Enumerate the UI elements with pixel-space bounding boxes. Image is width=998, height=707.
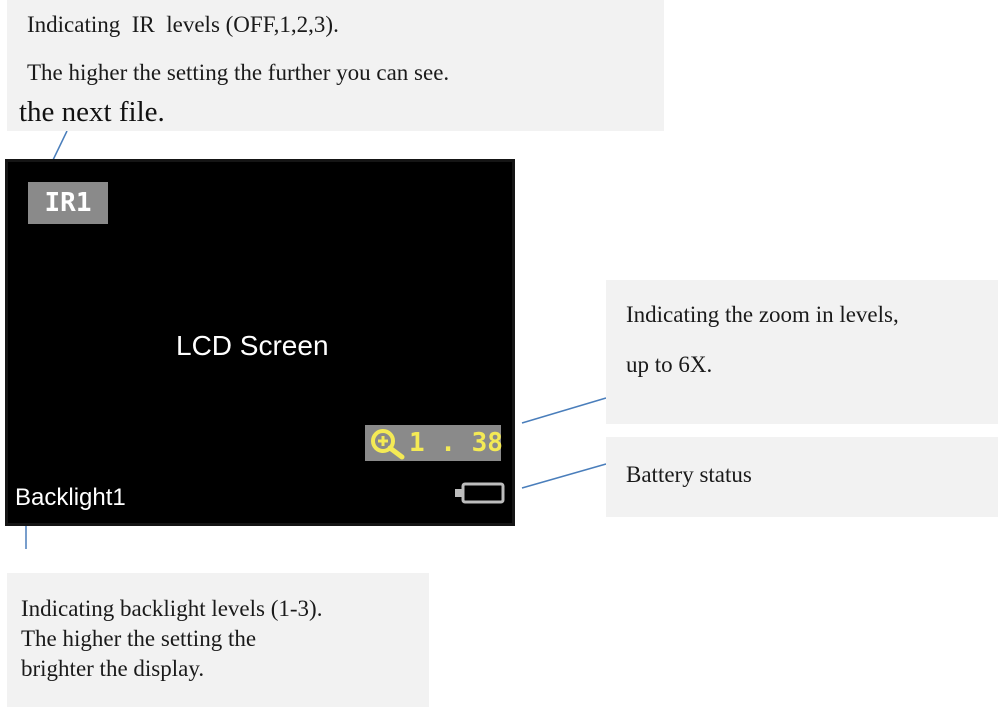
zoom-levels-callout: Indicating the zoom in levels, up to 6X. [606,280,998,424]
zoom-callout-line-1: Indicating the zoom in levels, [626,302,899,327]
battery-callout-line-1: Battery status [626,462,752,487]
backlight-level-indicator: Backlight1 [15,484,126,511]
ir-levels-callout: Indicating IR levels (OFF,1,2,3). The hi… [7,0,664,131]
ir-level-indicator: IR1 [28,182,108,224]
ir-callout-line-2: The higher the setting the further you c… [27,60,450,85]
lcd-screen-label: LCD Screen [176,330,329,361]
backlight-levels-callout: Indicating backlight levels (1-3). The h… [7,573,429,707]
battery-leader-line [521,463,607,489]
ir-callout-line-1: Indicating IR levels (OFF,1,2,3). [27,12,339,37]
ir-callout-line-3: the next file. [19,96,165,128]
battery-status-callout: Battery status [606,437,998,517]
ir-leader-line [52,130,68,161]
zoom-level-value: 1 . 38 [409,428,503,458]
zoom-callout-line-2: up to 6X. [626,352,713,377]
battery-icon [455,482,505,504]
backlight-callout-line-1: Indicating backlight levels (1-3). [21,596,323,621]
zoom-level-indicator: 1 . 38 [365,425,503,461]
backlight-callout-line-2: The higher the setting the [21,626,257,651]
zoom-leader-line [521,397,607,424]
zoom-in-magnifier-icon [371,429,405,460]
backlight-callout-line-3: brighter the display. [21,656,205,681]
lcd-screen: IR1 LCD Screen 1 . 38 Backlight1 [5,159,515,526]
